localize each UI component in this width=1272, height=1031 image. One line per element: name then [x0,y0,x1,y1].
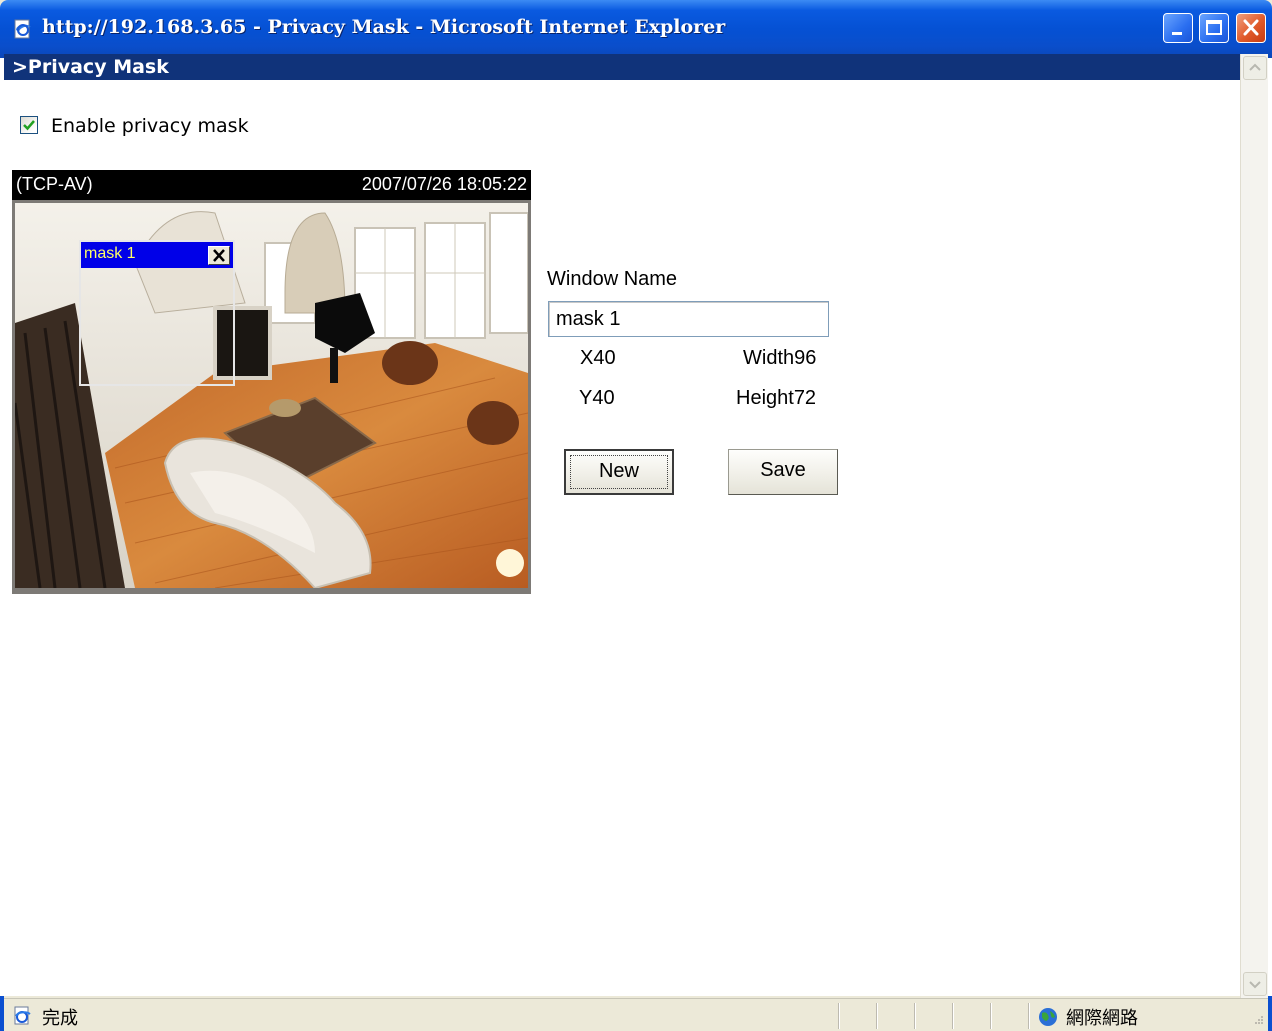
video-protocol: (TCP-AV) [16,174,93,194]
security-zone-label: 網際網路 [1066,1008,1138,1029]
mask-title: mask 1 [84,245,136,262]
status-text: 完成 [42,1008,78,1029]
status-separator [952,1003,954,1029]
video-timestamp: 2007/07/26 18:05:22 [361,174,527,194]
internet-globe-icon [1039,1008,1057,1026]
focus-rect [570,455,668,489]
window-title: http://192.168.3.65 - Privacy Mask - Mic… [42,16,726,38]
scroll-up-button[interactable] [1243,56,1267,80]
done-page-icon [14,1006,31,1025]
maximize-icon [1206,20,1222,35]
close-icon [1243,19,1259,36]
status-separator [876,1003,878,1029]
mask-y-value: Y40 [579,387,615,409]
mask-height-value: Height72 [736,387,817,409]
video-status-bar: (TCP-AV) 2007/07/26 18:05:22 [12,170,531,200]
scroll-up-icon [1249,63,1261,71]
close-icon [213,249,225,262]
new-button[interactable]: New [564,449,674,495]
mask-x-value: X40 [580,347,616,369]
scroll-down-icon [1249,981,1261,989]
title-bar[interactable]: http://192.168.3.65 - Privacy Mask - Mic… [0,0,1272,58]
enable-privacy-mask-checkbox[interactable] [20,116,38,134]
status-bar: 完成 網際網路 [4,998,1268,1031]
mask-close-button[interactable] [208,246,230,265]
minimize-icon [1172,32,1182,35]
mask-width-value: Width96 [743,347,817,369]
vertical-scrollbar[interactable] [1240,54,1268,998]
resize-grip-icon[interactable] [1250,1013,1264,1027]
privacy-mask-window[interactable]: mask 1 [79,240,235,386]
status-separator [1028,1003,1030,1029]
enable-privacy-mask-label: Enable privacy mask [51,115,249,137]
save-button[interactable]: Save [728,449,838,495]
minimize-button[interactable] [1163,13,1193,43]
status-separator [838,1003,840,1029]
window-name-input[interactable] [548,301,829,337]
ie-page-icon [14,19,31,39]
close-button[interactable] [1236,13,1266,43]
status-separator [914,1003,916,1029]
mask-title-bar[interactable]: mask 1 [81,242,233,268]
scroll-down-button[interactable] [1243,972,1267,996]
page-header: >Privacy Mask [4,54,1240,80]
save-button-label: Save [760,459,806,481]
status-separator [990,1003,992,1029]
maximize-button[interactable] [1199,13,1229,43]
window-name-label: Window Name [547,268,678,290]
checkmark-icon [23,120,35,131]
page-title: >Privacy Mask [12,56,169,78]
browser-window: http://192.168.3.65 - Privacy Mask - Mic… [0,0,1272,1031]
